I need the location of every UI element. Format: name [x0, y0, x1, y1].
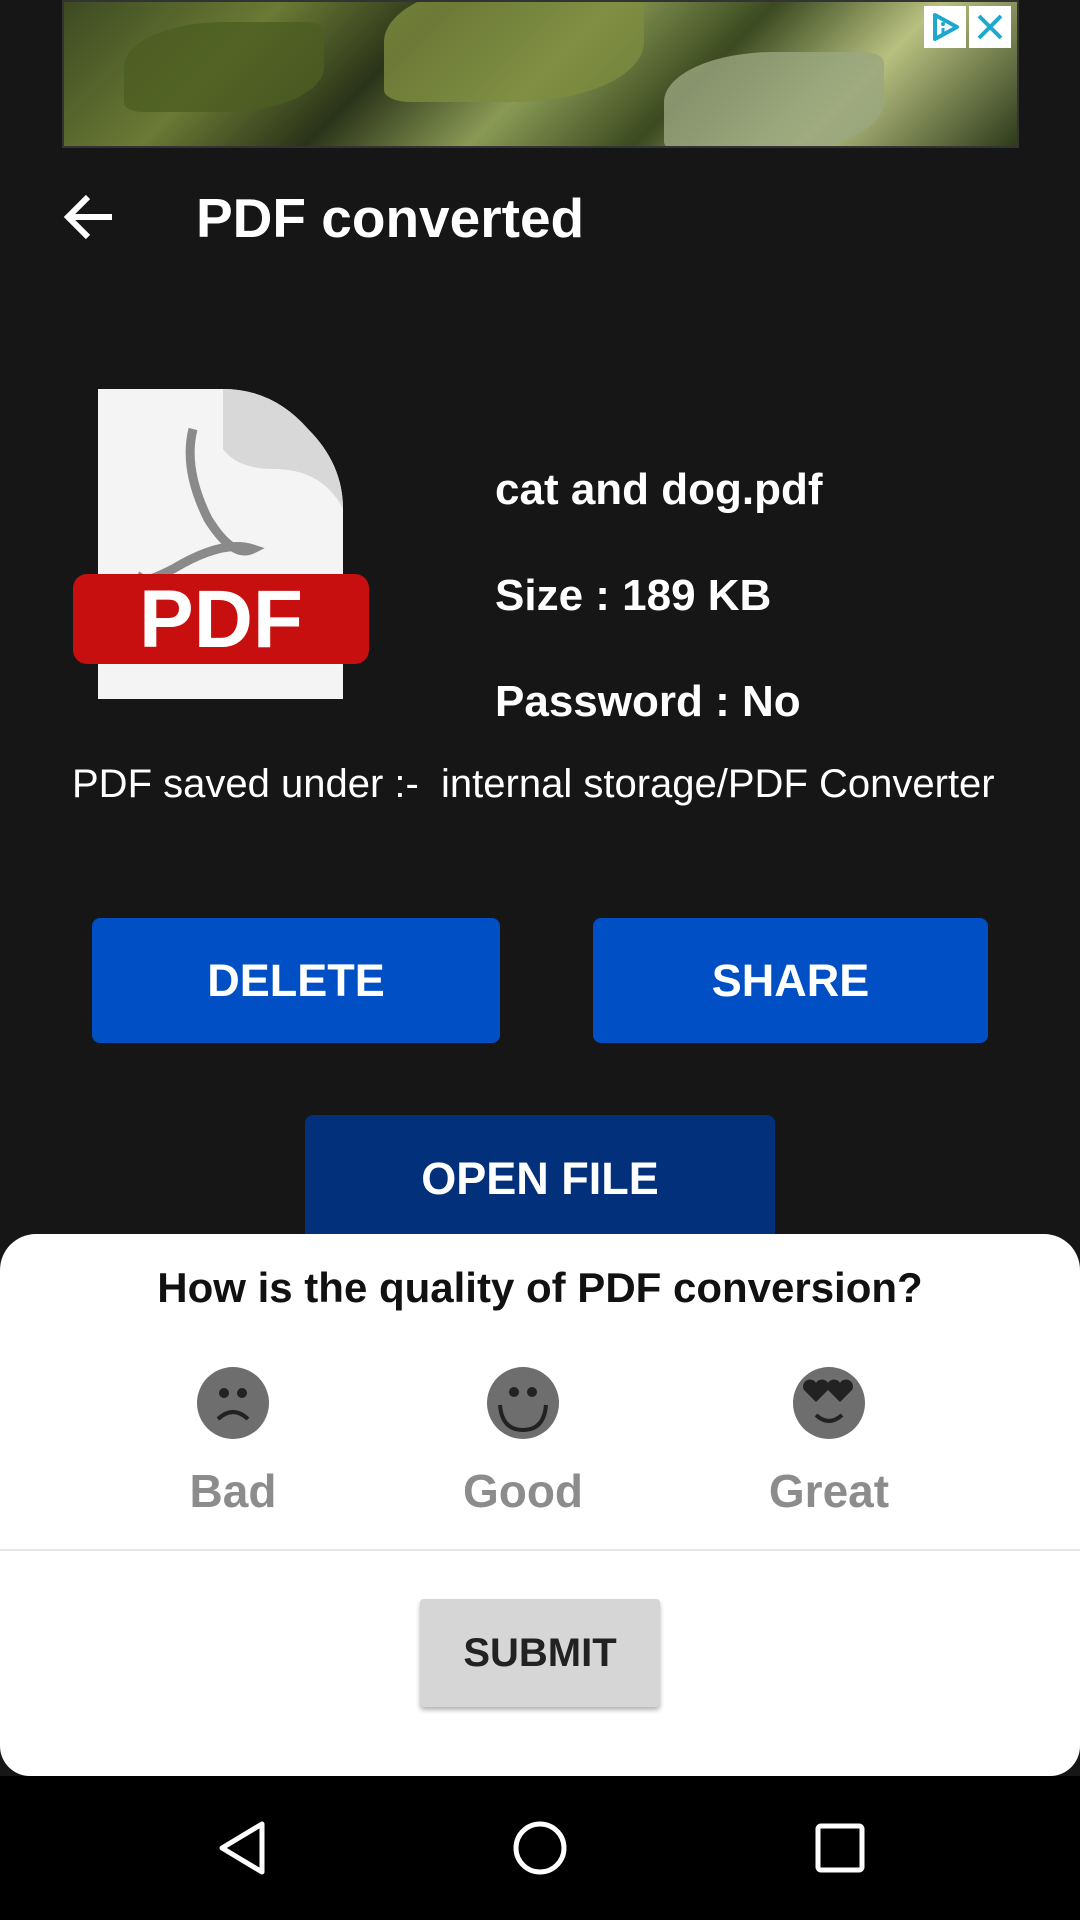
- arrow-left-icon[interactable]: [62, 192, 116, 242]
- open-file-button[interactable]: OPEN FILE: [305, 1115, 775, 1245]
- adchoices-icon[interactable]: [924, 6, 966, 48]
- submit-button[interactable]: SUBMIT: [420, 1599, 660, 1707]
- delete-button[interactable]: DELETE: [92, 918, 500, 1043]
- file-password: Password : No: [495, 677, 801, 726]
- page-title: PDF converted: [196, 187, 585, 249]
- file-name: cat and dog.pdf: [495, 465, 823, 514]
- ad-close-icon[interactable]: [969, 6, 1011, 48]
- pdf-file-icon: PDF: [73, 389, 369, 699]
- nav-back-icon[interactable]: [214, 1820, 270, 1876]
- saved-location: PDF saved under :- internal storage/PDF …: [72, 762, 995, 806]
- smile-face-icon[interactable]: [487, 1367, 559, 1439]
- file-size: Size : 189 KB: [495, 571, 772, 620]
- rating-great-label[interactable]: Great: [729, 1464, 929, 1518]
- rating-question: How is the quality of PDF conversion?: [157, 1264, 923, 1311]
- sad-face-icon[interactable]: [197, 1367, 269, 1439]
- divider: [0, 1549, 1080, 1551]
- heart-eyes-face-icon[interactable]: [793, 1367, 865, 1439]
- nav-home-icon[interactable]: [512, 1820, 568, 1876]
- rating-bad-label[interactable]: Bad: [133, 1464, 333, 1518]
- svg-text:PDF: PDF: [139, 574, 303, 665]
- rating-good-label[interactable]: Good: [423, 1464, 623, 1518]
- rating-sheet: How is the quality of PDF conversion? Ba…: [0, 1234, 1080, 1776]
- ad-banner[interactable]: [62, 0, 1019, 148]
- nav-recents-icon[interactable]: [814, 1820, 866, 1876]
- system-nav-bar: [0, 1776, 1080, 1920]
- share-button[interactable]: SHARE: [593, 918, 988, 1043]
